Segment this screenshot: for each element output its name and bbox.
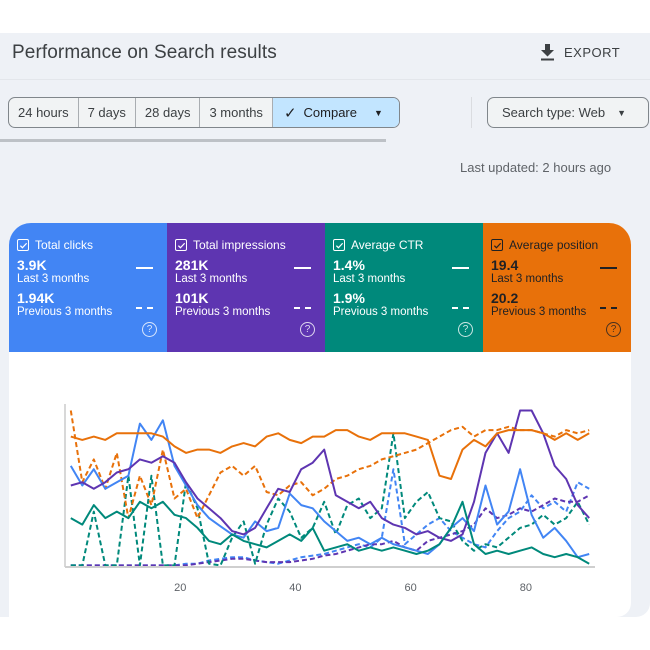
metric-name: Total impressions bbox=[193, 238, 286, 252]
metric-card-average-position[interactable]: Average position 19.4 Last 3 months 20.2… bbox=[483, 223, 631, 352]
dashed-line-key-icon bbox=[294, 307, 311, 309]
metric-current-value: 281K bbox=[175, 257, 209, 273]
range-7-days[interactable]: 7 days bbox=[79, 98, 136, 127]
metric-current-label: Last 3 months bbox=[333, 273, 406, 285]
help-icon[interactable]: ? bbox=[142, 322, 157, 337]
metric-current-value: 19.4 bbox=[491, 257, 519, 273]
metric-previous-value: 1.94K bbox=[17, 290, 55, 306]
x-tick-label: 60 bbox=[405, 582, 417, 594]
range-28-days[interactable]: 28 days bbox=[136, 98, 201, 127]
divider bbox=[471, 97, 472, 128]
last-updated-text: Last updated: 2 hours ago bbox=[460, 160, 612, 175]
metric-current-value: 3.9K bbox=[17, 257, 47, 273]
x-tick-label: 20 bbox=[174, 582, 186, 594]
help-icon[interactable]: ? bbox=[606, 322, 621, 337]
check-icon: ✓ bbox=[283, 104, 297, 122]
date-range-selector: 24 hours 7 days 28 days 3 months ✓ Compa… bbox=[8, 97, 400, 128]
metric-previous-value: 1.9% bbox=[333, 290, 365, 306]
dashed-line-key-icon bbox=[136, 307, 153, 309]
metric-name: Average position bbox=[509, 238, 599, 252]
search-type-dropdown[interactable]: Search type: Web ▼ bbox=[487, 97, 649, 128]
search-type-label: Search type: Web bbox=[502, 105, 606, 120]
performance-chart: 20 40 60 80 bbox=[9, 352, 631, 617]
dashed-line-key-icon bbox=[452, 307, 469, 309]
metric-current-label: Last 3 months bbox=[491, 273, 564, 285]
metric-previous-value: 20.2 bbox=[491, 290, 519, 306]
solid-line-key-icon bbox=[294, 267, 311, 269]
horizontal-scrollbar[interactable] bbox=[0, 139, 386, 142]
range-3-months[interactable]: 3 months bbox=[200, 98, 273, 127]
download-icon bbox=[541, 44, 554, 61]
performance-chart-card: Total clicks 3.9K Last 3 months 1.94K Pr… bbox=[9, 223, 631, 617]
series-layer bbox=[69, 409, 591, 567]
metric-cards: Total clicks 3.9K Last 3 months 1.94K Pr… bbox=[9, 223, 631, 352]
export-button[interactable]: EXPORT bbox=[540, 41, 620, 63]
solid-line-key-icon bbox=[600, 267, 617, 269]
checkbox-checked-icon[interactable] bbox=[491, 239, 503, 251]
compare-button[interactable]: ✓ Compare ▼ bbox=[272, 98, 399, 127]
metric-name: Average CTR bbox=[351, 238, 424, 252]
metric-card-total-clicks[interactable]: Total clicks 3.9K Last 3 months 1.94K Pr… bbox=[9, 223, 167, 352]
x-tick-label: 40 bbox=[289, 582, 301, 594]
line-chart: 20 40 60 80 bbox=[64, 404, 595, 594]
dropdown-caret-icon: ▼ bbox=[617, 107, 627, 118]
help-icon[interactable]: ? bbox=[458, 322, 473, 337]
metric-card-total-impressions[interactable]: Total impressions 281K Last 3 months 101… bbox=[167, 223, 325, 352]
metric-previous-value: 101K bbox=[175, 290, 209, 306]
compare-label: Compare bbox=[303, 105, 357, 120]
solid-line-key-icon bbox=[452, 267, 469, 269]
x-tick-label: 80 bbox=[520, 582, 532, 594]
solid-line-key-icon bbox=[136, 267, 153, 269]
metric-current-label: Last 3 months bbox=[175, 273, 248, 285]
metric-current-value: 1.4% bbox=[333, 257, 365, 273]
checkbox-checked-icon[interactable] bbox=[17, 239, 29, 251]
checkbox-checked-icon[interactable] bbox=[333, 239, 345, 251]
help-icon[interactable]: ? bbox=[300, 322, 315, 337]
dashed-line-key-icon bbox=[600, 307, 617, 309]
x-tick-labels: 20 40 60 80 bbox=[174, 582, 532, 594]
metric-current-label: Last 3 months bbox=[17, 273, 90, 285]
dropdown-caret-icon: ▼ bbox=[373, 107, 383, 118]
metric-name: Total clicks bbox=[35, 238, 94, 252]
checkbox-checked-icon[interactable] bbox=[175, 239, 187, 251]
range-24-hours[interactable]: 24 hours bbox=[9, 98, 79, 127]
export-label: EXPORT bbox=[564, 44, 621, 60]
page-title: Performance on Search results bbox=[12, 42, 277, 63]
metric-card-average-ctr[interactable]: Average CTR 1.4% Last 3 months 1.9% Prev… bbox=[325, 223, 483, 352]
